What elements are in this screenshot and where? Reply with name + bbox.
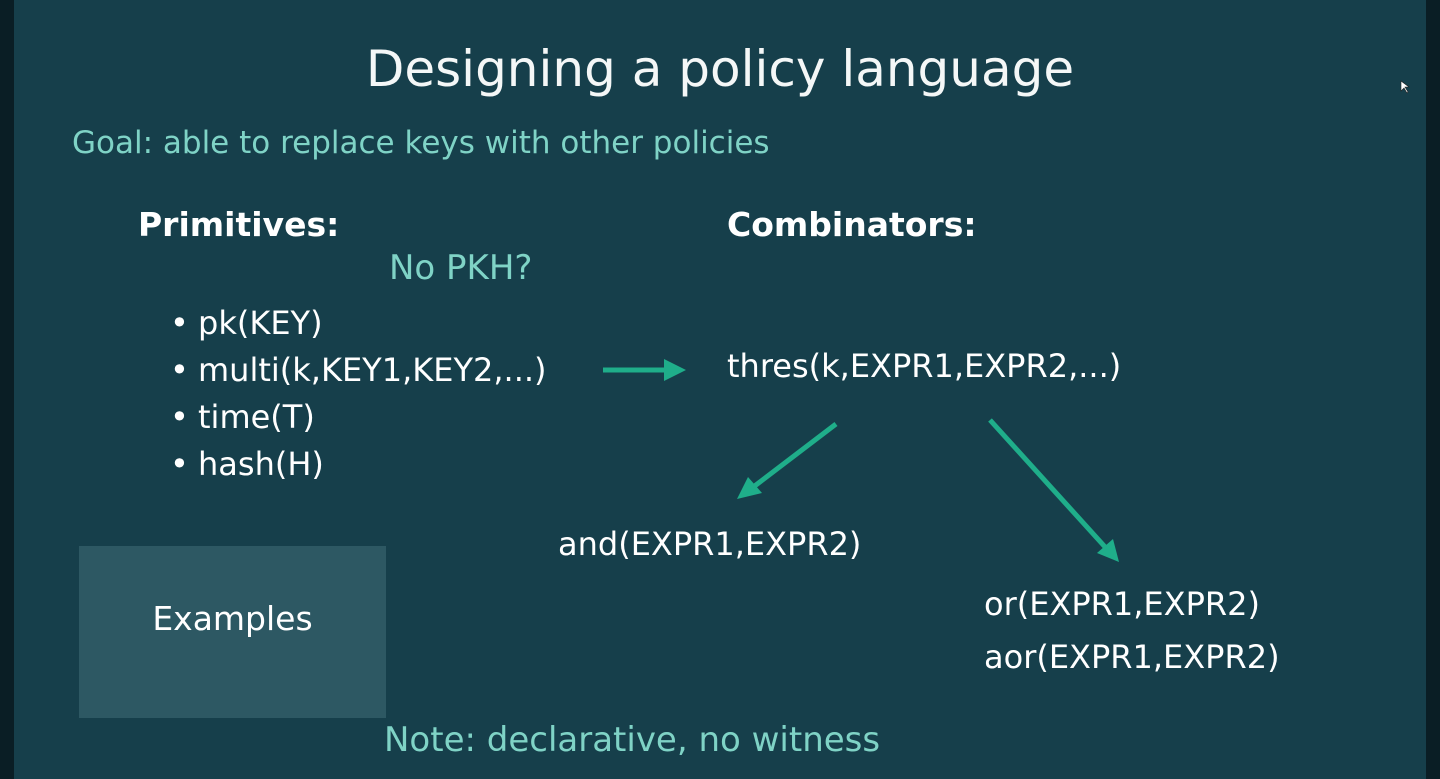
arrow-down-right-icon (988, 418, 1119, 562)
note-text: Note: declarative, no witness (384, 720, 881, 760)
arrow-right-icon (603, 359, 686, 381)
examples-label: Examples (152, 599, 313, 638)
slide: Designing a policy language Goal: able t… (14, 0, 1426, 779)
cursor-icon (1400, 80, 1410, 94)
arrow-down-left-icon (737, 422, 838, 499)
examples-button[interactable]: Examples (79, 546, 386, 718)
